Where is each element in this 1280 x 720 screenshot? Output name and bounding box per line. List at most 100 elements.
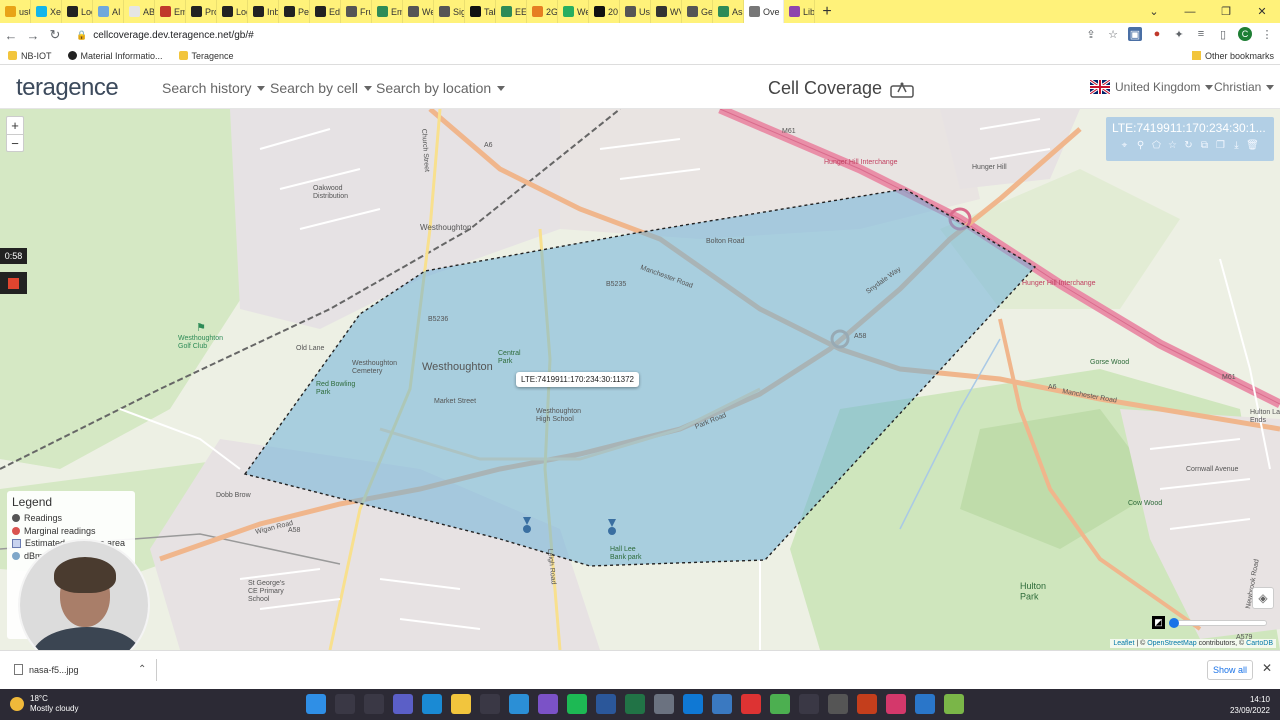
other-bookmarks[interactable]: Other bookmarks — [1191, 51, 1274, 61]
app-icon[interactable] — [538, 694, 558, 714]
browser-tab[interactable]: We — [558, 0, 589, 23]
restore-icon[interactable]: ❐ — [1208, 0, 1244, 23]
file-explorer-icon[interactable] — [451, 694, 471, 714]
browser-tab[interactable]: Libr — [784, 0, 815, 23]
app-icon-3[interactable] — [886, 694, 906, 714]
mail-icon[interactable] — [712, 694, 732, 714]
minimize-icon[interactable]: — — [1172, 0, 1208, 23]
close-icon[interactable]: ✕ — [1262, 661, 1272, 675]
zoom-out-button[interactable]: − — [7, 134, 23, 151]
bookmark-teragence[interactable]: Teragence — [171, 51, 242, 61]
share-icon[interactable]: ⇪ — [1084, 27, 1098, 41]
browser-tab[interactable]: Pro — [186, 0, 217, 23]
url-field[interactable]: 🔒 cellcoverage.dev.teragence.net/gb/# — [76, 30, 254, 41]
browser-tab[interactable]: Log — [62, 0, 93, 23]
settings-icon[interactable] — [654, 694, 674, 714]
browser-tab[interactable]: Ema — [155, 0, 186, 23]
extension-icon-2[interactable]: ● — [1150, 27, 1164, 41]
spotify-icon[interactable] — [567, 694, 587, 714]
powerpoint-icon[interactable] — [857, 694, 877, 714]
download-item[interactable]: nasa-f5...jpg — [14, 664, 79, 675]
close-window-icon[interactable]: ✕ — [1244, 0, 1280, 23]
search-by-cell-menu[interactable]: Search by cell — [270, 80, 372, 96]
bookmark-nb-iot[interactable]: NB-IOT — [0, 51, 60, 61]
search-icon[interactable] — [335, 694, 355, 714]
circle-tool-icon[interactable]: ⚲ — [1134, 139, 1147, 152]
profile-avatar[interactable]: C — [1238, 27, 1252, 41]
carto-link[interactable]: CartoDB — [1246, 640, 1273, 647]
excel-icon[interactable] — [625, 694, 645, 714]
browser-tab[interactable]: us0 — [0, 0, 31, 23]
browser-tab[interactable]: Log — [217, 0, 248, 23]
trash-icon[interactable]: 🗑 — [1246, 139, 1259, 152]
browser-tab[interactable]: Inb — [248, 0, 279, 23]
browser-tab[interactable]: Em — [372, 0, 403, 23]
chrome-icon[interactable] — [770, 694, 790, 714]
browser-tab[interactable]: We — [403, 0, 434, 23]
browser-tab[interactable]: Fru — [341, 0, 372, 23]
duplicate-icon[interactable]: ❐ — [1214, 139, 1227, 152]
zoom-in-button[interactable]: + — [7, 117, 23, 134]
chevron-up-icon[interactable]: ⌃ — [138, 664, 146, 675]
qgis-icon[interactable] — [944, 694, 964, 714]
coverage-map[interactable]: ⚑ Westhoughton Westhoughton Oakwood Distr… — [0, 109, 1280, 650]
star-tool-icon[interactable]: ☆ — [1166, 139, 1179, 152]
windows-start-icon[interactable] — [306, 694, 326, 714]
task-view-icon[interactable] — [364, 694, 384, 714]
user-menu[interactable]: Christian — [1214, 80, 1275, 94]
polygon-tool-icon[interactable]: ⬠ — [1150, 139, 1163, 152]
country-selector[interactable]: United Kingdom — [1090, 80, 1214, 94]
browser-tab[interactable]: Sig — [434, 0, 465, 23]
teragence-logo[interactable]: teragence — [16, 74, 119, 102]
slider-thumb[interactable] — [1169, 617, 1179, 628]
show-all-button[interactable]: Show all — [1207, 660, 1253, 680]
bookmark-star-icon[interactable]: ☆ — [1106, 27, 1120, 41]
refresh-icon[interactable]: ↻ — [1182, 139, 1195, 152]
browser-tab[interactable]: ABC — [124, 0, 155, 23]
browser-tab[interactable]: Ass — [713, 0, 744, 23]
browser-menu-icon[interactable]: ⋮ — [1260, 27, 1274, 41]
browser-tab[interactable]: EE 3 — [496, 0, 527, 23]
clock[interactable]: 14:10 23/09/2022 — [1230, 694, 1270, 716]
marker-tool-icon[interactable]: ⌖ — [1118, 139, 1131, 152]
slider-track[interactable] — [1169, 617, 1267, 628]
browser-tab[interactable]: AI f — [93, 0, 124, 23]
sidebar-icon[interactable]: ▯ — [1216, 27, 1230, 41]
teams-icon[interactable] — [393, 694, 413, 714]
weather-widget[interactable]: 18°C Mostly cloudy — [10, 694, 78, 714]
browser-tab[interactable]: Use — [620, 0, 651, 23]
calculator-icon[interactable] — [799, 694, 819, 714]
download-icon[interactable]: ⤓ — [1230, 139, 1243, 152]
stop-recording-button[interactable] — [0, 272, 27, 294]
acrobat-icon[interactable] — [741, 694, 761, 714]
store-icon[interactable] — [480, 694, 500, 714]
copy-icon[interactable]: ⧉ — [1198, 139, 1211, 152]
back-icon[interactable]: ← — [0, 28, 22, 43]
bookmark-material-informatics[interactable]: Material Informatio... — [60, 51, 171, 61]
tab-search-icon[interactable]: ⌄ — [1136, 0, 1172, 23]
word-icon[interactable] — [596, 694, 616, 714]
osm-link[interactable]: OpenStreetMap — [1147, 640, 1196, 647]
search-by-location-menu[interactable]: Search by location — [376, 80, 506, 96]
layers-icon[interactable]: ◈ — [1252, 587, 1274, 609]
outlook-icon[interactable] — [683, 694, 703, 714]
extension-icon[interactable]: ▣ — [1128, 27, 1142, 41]
new-tab-button[interactable]: + — [815, 3, 839, 21]
vscode-icon[interactable] — [509, 694, 529, 714]
reload-icon[interactable]: ↻ — [44, 27, 66, 43]
media-icon[interactable]: ≡ — [1194, 27, 1208, 41]
remote-icon[interactable] — [915, 694, 935, 714]
browser-tab[interactable]: Ge — [682, 0, 713, 23]
browser-tab[interactable]: Xer — [31, 0, 62, 23]
app-icon-2[interactable] — [828, 694, 848, 714]
browser-tab[interactable]: Tab — [465, 0, 496, 23]
browser-tab[interactable]: Ove× — [744, 0, 784, 23]
leaflet-link[interactable]: Leaflet — [1113, 640, 1134, 647]
search-history-menu[interactable]: Search history — [162, 80, 266, 96]
browser-tab[interactable]: 20 — [589, 0, 620, 23]
browser-tab[interactable]: WV — [651, 0, 682, 23]
browser-tab[interactable]: Peo — [279, 0, 310, 23]
browser-tab[interactable]: Edu — [310, 0, 341, 23]
forward-icon[interactable]: → — [22, 28, 44, 43]
browser-tab[interactable]: 2G — [527, 0, 558, 23]
